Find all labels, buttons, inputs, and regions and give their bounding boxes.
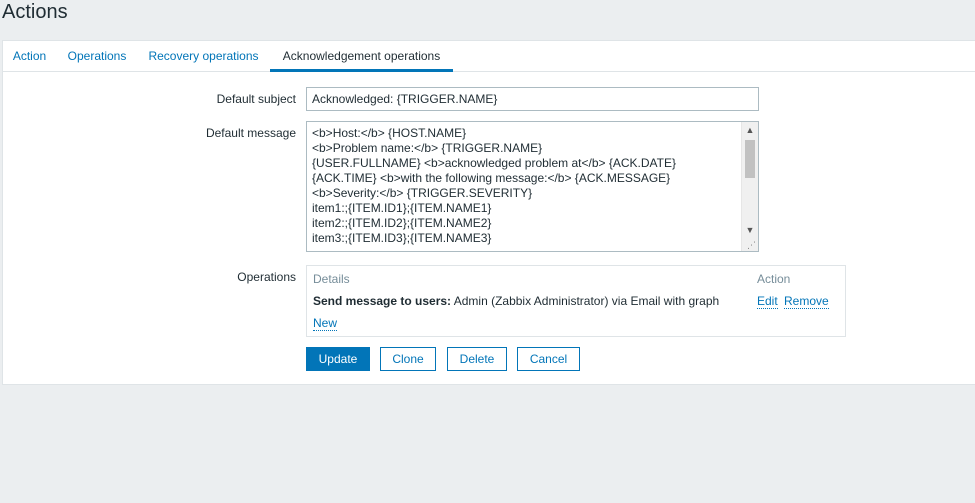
tab-recovery-operations[interactable]: Recovery operations <box>138 41 269 72</box>
operation-type: Send message to users: <box>313 294 452 308</box>
message-line: {ACK.TIME} <b>with the following message… <box>312 171 671 185</box>
table-row: Send message to users: Admin (Zabbix Adm… <box>313 294 719 308</box>
edit-operation-link[interactable]: Edit <box>757 294 778 309</box>
scroll-down-icon[interactable]: ▼ <box>742 223 758 237</box>
page-title: Actions <box>2 1 68 23</box>
new-operation-link[interactable]: New <box>313 316 338 331</box>
message-line: item1:;{ITEM.ID1};{ITEM.NAME1} <box>312 201 492 215</box>
default-message-textarea[interactable]: <b>Host:</b> {HOST.NAME} <b>Problem name:… <box>306 121 759 252</box>
tab-operations[interactable]: Operations <box>56 41 138 72</box>
cancel-button[interactable]: Cancel <box>517 347 580 371</box>
message-line: <b>Problem name:</b> {TRIGGER.NAME} <box>312 141 543 155</box>
default-message-content: <b>Host:</b> {HOST.NAME} <b>Problem name:… <box>312 126 740 246</box>
message-line: {USER.FULLNAME} <b>acknowledged problem … <box>312 156 676 170</box>
default-message-label: Default message <box>205 126 296 140</box>
message-line: item2:;{ITEM.ID2};{ITEM.NAME2} <box>312 216 492 230</box>
action-column-header: Action <box>757 272 791 286</box>
resize-grip-icon[interactable]: ⋰ <box>747 240 756 250</box>
tab-action[interactable]: Action <box>3 41 56 72</box>
update-button[interactable]: Update <box>306 347 370 371</box>
scrollbar-thumb[interactable] <box>745 140 755 178</box>
details-column-header: Details <box>313 272 350 286</box>
operations-table: Details Action Send message to users: Ad… <box>306 265 846 337</box>
message-line: <b>Severity:</b> {TRIGGER.SEVERITY} <box>312 186 533 200</box>
default-subject-label: Default subject <box>216 92 296 106</box>
message-line: item3:;{ITEM.ID3};{ITEM.NAME3} <box>312 231 492 245</box>
default-subject-input[interactable] <box>306 87 759 111</box>
scroll-up-icon[interactable]: ▲ <box>742 123 758 137</box>
tab-acknowledgement-operations[interactable]: Acknowledgement operations <box>270 41 453 72</box>
operation-details: Admin (Zabbix Administrator) via Email w… <box>451 294 720 308</box>
tab-bar: Action Operations Recovery operations Ac… <box>3 41 975 72</box>
operations-label: Operations <box>237 270 296 284</box>
remove-operation-link[interactable]: Remove <box>784 294 829 309</box>
action-form-panel: Action Operations Recovery operations Ac… <box>2 40 975 385</box>
clone-button[interactable]: Clone <box>380 347 436 371</box>
message-line: <b>Host:</b> {HOST.NAME} <box>312 126 467 140</box>
delete-button[interactable]: Delete <box>447 347 507 371</box>
message-scrollbar[interactable]: ▲ ▼ <box>741 122 758 251</box>
